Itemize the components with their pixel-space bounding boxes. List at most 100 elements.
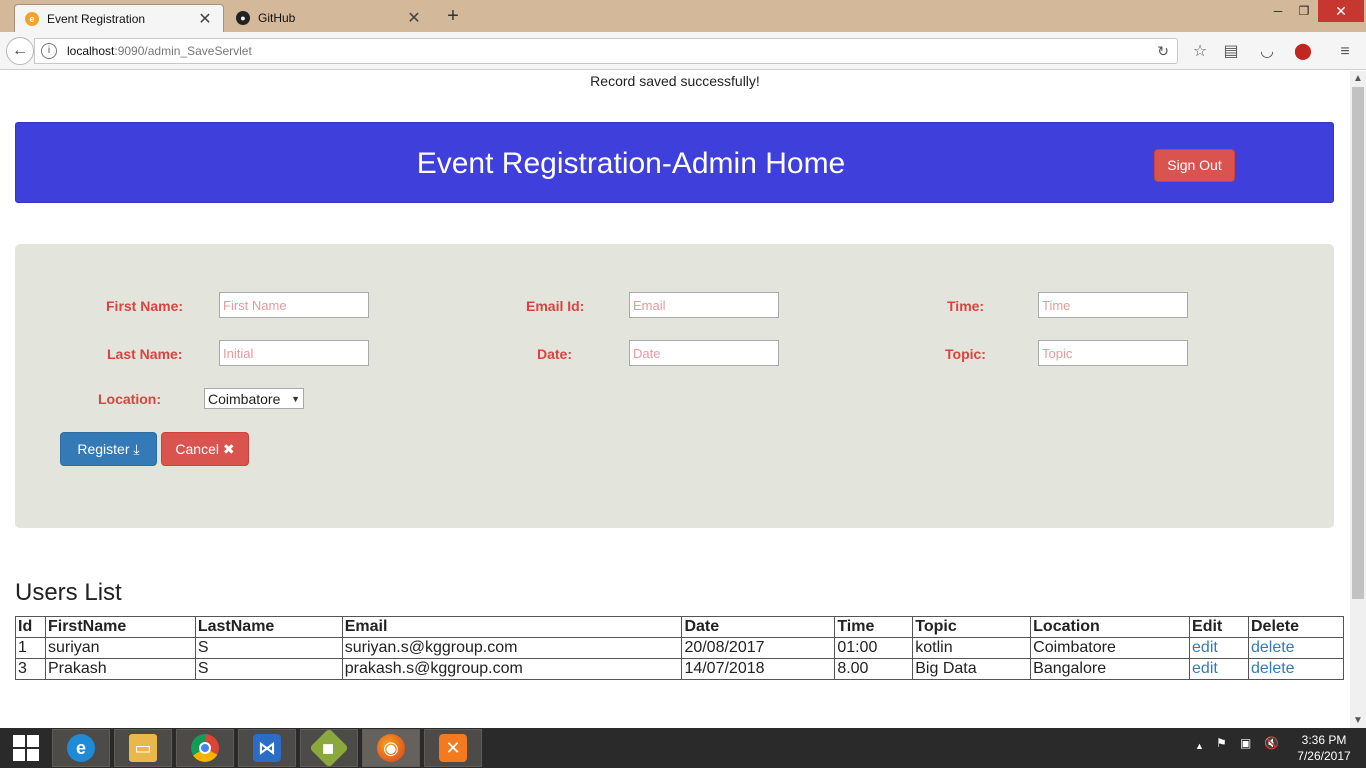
window-close-icon[interactable]: ✕ (1318, 0, 1364, 22)
users-table: Id FirstName LastName Email Date Time To… (15, 616, 1345, 680)
column-header: Email (341, 616, 683, 638)
volume-muted-icon[interactable]: 🔇 (1264, 736, 1279, 750)
cell-location: Bangalore (1030, 658, 1191, 680)
firefox-icon: ◉ (377, 734, 405, 762)
taskbar-internet-explorer[interactable]: e (52, 729, 110, 767)
folder-icon: ▭ (129, 734, 157, 762)
network-icon[interactable]: ▣ (1240, 736, 1251, 750)
taskbar-chrome[interactable] (176, 729, 234, 767)
hamburger-menu-icon[interactable]: ≡ (1334, 41, 1356, 63)
register-button[interactable]: Register ⤓ (60, 432, 157, 466)
email-input[interactable] (629, 292, 779, 318)
first-name-input[interactable] (219, 292, 369, 318)
topic-input[interactable] (1038, 340, 1188, 366)
url-path: :9090/admin_SaveServlet (114, 44, 252, 58)
delete-link[interactable]: delete (1251, 660, 1295, 677)
cell-time: 01:00 (834, 637, 914, 659)
edit-link[interactable]: edit (1192, 639, 1218, 656)
git-icon: ◆ (309, 728, 349, 768)
tab-label: GitHub (258, 11, 296, 25)
pocket-icon[interactable]: ◡ (1256, 41, 1278, 63)
browser-tab-bar: e Event Registration ✕ ● GitHub ✕ + ─ ❐ … (0, 0, 1366, 32)
start-button[interactable] (0, 728, 52, 768)
flag-icon[interactable]: ⚑ (1216, 736, 1227, 750)
scroll-down-arrow-icon[interactable]: ▼ (1353, 715, 1363, 726)
internet-explorer-icon: e (67, 734, 95, 762)
registration-form-panel: First Name: Last Name: Email Id: Date: T… (15, 244, 1334, 528)
cancel-button[interactable]: Cancel ✖ (161, 432, 249, 466)
cell-topic: Big Data (912, 658, 1032, 680)
cell-last-name: S (194, 637, 343, 659)
cell-edit: edit (1189, 637, 1249, 659)
cell-time: 8.00 (834, 658, 914, 680)
cell-id: 1 (15, 637, 46, 659)
last-name-input[interactable] (219, 340, 369, 366)
cell-id: 3 (15, 658, 46, 680)
scrollbar-thumb[interactable] (1352, 87, 1364, 599)
restore-icon[interactable]: ❐ (1292, 0, 1316, 22)
cell-location: Coimbatore (1030, 637, 1191, 659)
cell-delete: delete (1247, 658, 1345, 680)
column-header: Id (15, 616, 46, 638)
column-header: LastName (194, 616, 343, 638)
sign-out-button[interactable]: Sign Out (1154, 149, 1235, 182)
vertical-scrollbar[interactable]: ▲ ▼ (1350, 71, 1366, 728)
info-icon[interactable]: i (41, 43, 57, 59)
date-label: Date: (537, 346, 573, 362)
column-header: FirstName (44, 616, 196, 638)
minimize-icon[interactable]: ─ (1266, 0, 1290, 22)
users-list-heading: Users List (15, 579, 122, 606)
column-header: Edit (1189, 616, 1249, 638)
reload-icon[interactable]: ↻ (1157, 43, 1169, 60)
last-name-label: Last Name: (107, 346, 183, 362)
column-header: Time (834, 616, 914, 638)
column-header: Location (1030, 616, 1191, 638)
admin-header-panel: Event Registration-Admin Home Sign Out (15, 122, 1334, 203)
github-favicon-icon: ● (236, 11, 250, 25)
cell-topic: kotlin (912, 637, 1032, 659)
status-message: Record saved successfully! (590, 73, 760, 89)
tab-github[interactable]: ● GitHub ✕ (226, 4, 432, 32)
system-clock[interactable]: 3:36 PM 7/26/2017 (1292, 732, 1356, 764)
taskbar-visual-studio[interactable]: ⋈ (238, 729, 296, 767)
delete-link[interactable]: delete (1251, 639, 1295, 656)
taskbar-file-explorer[interactable]: ▭ (114, 729, 172, 767)
new-tab-plus-icon[interactable]: + (440, 4, 466, 28)
table-row: 1 suriyan S suriyan.s@kggroup.com 20/08/… (15, 637, 1345, 659)
table-header-row: Id FirstName LastName Email Date Time To… (15, 616, 1345, 638)
xampp-icon: ✕ (439, 734, 467, 762)
back-arrow-icon[interactable]: ← (6, 37, 34, 65)
clock-date: 7/26/2017 (1297, 749, 1351, 763)
taskbar-xampp[interactable]: ✕ (424, 729, 482, 767)
date-input[interactable] (629, 340, 779, 366)
taskbar-git[interactable]: ◆ (300, 728, 358, 768)
tab-event-registration[interactable]: e Event Registration ✕ (14, 4, 224, 32)
clock-time: 3:36 PM (1301, 733, 1347, 747)
address-bar[interactable]: i localhost:9090/admin_SaveServlet ↻ (34, 38, 1178, 64)
location-selected-value: Coimbatore (208, 390, 281, 407)
email-label: Email Id: (526, 298, 585, 314)
chevron-down-icon: ▼ (291, 393, 300, 404)
page-title: Event Registration-Admin Home (416, 147, 846, 180)
reading-list-icon[interactable]: ▤ (1220, 41, 1242, 63)
cell-first-name: suriyan (44, 637, 196, 659)
close-tab-icon[interactable]: ✕ (406, 8, 422, 28)
browser-nav-bar: ← i localhost:9090/admin_SaveServlet ↻ ☆… (0, 32, 1366, 70)
taskbar-firefox[interactable]: ◉ (362, 729, 420, 767)
register-button-label: Register (77, 441, 130, 457)
scroll-up-arrow-icon[interactable]: ▲ (1353, 73, 1363, 84)
close-x-icon: ✖ (222, 441, 235, 457)
cell-date: 14/07/2018 (681, 658, 836, 680)
windows-taskbar: e ▭ ⋈ ◆ ◉ ✕ ▲ ⚑ ▣ 🔇 3:36 PM 7/26/2017 (0, 728, 1366, 768)
bookmark-star-icon[interactable]: ☆ (1189, 41, 1211, 63)
download-icon: ⤓ (133, 441, 140, 457)
visual-studio-icon: ⋈ (253, 734, 281, 762)
tray-expand-icon[interactable]: ▲ (1195, 741, 1204, 751)
adblock-icon[interactable]: ⬤ (1292, 41, 1314, 63)
close-tab-icon[interactable]: ✕ (197, 9, 213, 29)
cell-date: 20/08/2017 (681, 637, 836, 659)
cell-email: suriyan.s@kggroup.com (341, 637, 683, 659)
edit-link[interactable]: edit (1192, 660, 1218, 677)
location-select[interactable]: Coimbatore ▼ (204, 388, 304, 409)
time-input[interactable] (1038, 292, 1188, 318)
